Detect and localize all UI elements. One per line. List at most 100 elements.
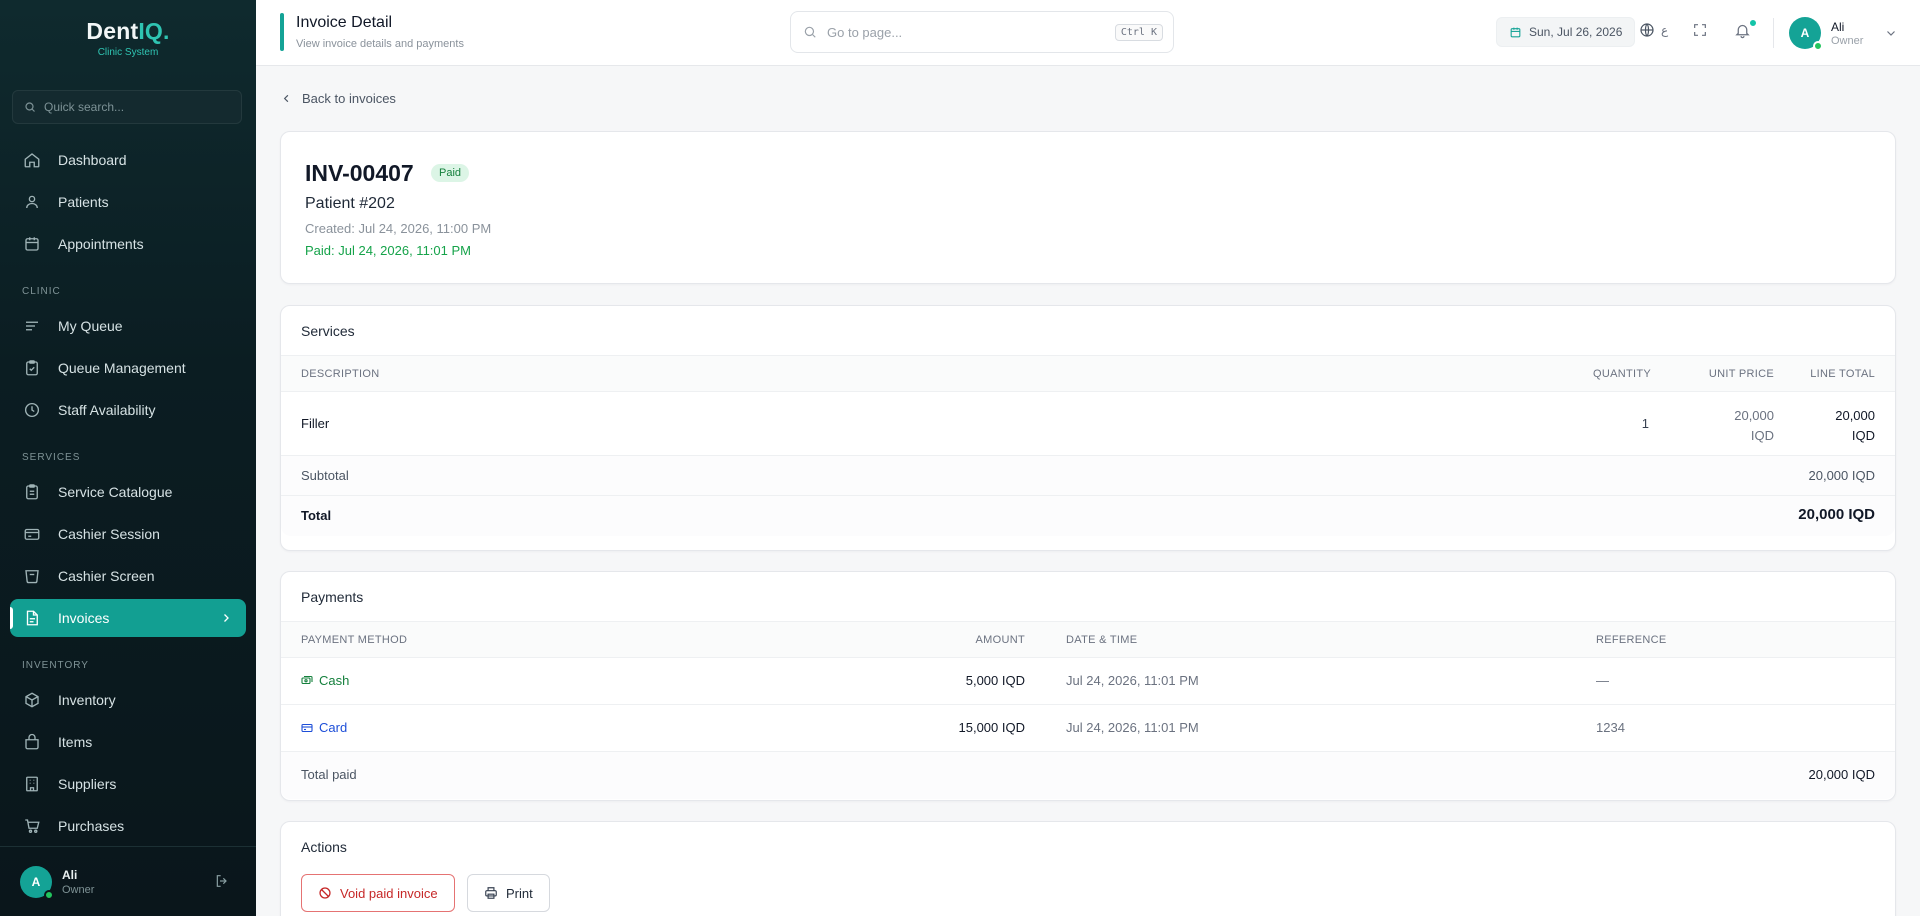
calendar-icon bbox=[1510, 27, 1521, 37]
package-icon bbox=[25, 733, 39, 750]
user-role: Owner bbox=[1831, 34, 1864, 47]
sidebar-item-label: Cashier Screen bbox=[58, 568, 155, 584]
goto-page-search[interactable]: Go to page... Ctrl K bbox=[790, 11, 1174, 53]
sidebar-item-label: Inventory bbox=[58, 692, 116, 708]
ban-icon bbox=[319, 887, 331, 899]
sidebar-item-label: My Queue bbox=[58, 318, 123, 334]
void-invoice-button[interactable]: Void paid invoice bbox=[301, 874, 455, 912]
sidebar-item-label: Service Catalogue bbox=[58, 484, 173, 500]
patient-name: Patient #202 bbox=[305, 195, 395, 212]
column-header-description: DESCRIPTION bbox=[301, 368, 380, 380]
sidebar-item-purchases[interactable]: Purchases bbox=[10, 807, 246, 845]
clipboard-list-icon bbox=[26, 484, 38, 500]
logo[interactable]: DentIQ. Clinic System bbox=[0, 18, 256, 58]
sidebar-item-suppliers[interactable]: Suppliers bbox=[10, 765, 246, 803]
credit-card-icon bbox=[301, 723, 313, 732]
user-menu[interactable]: A Ali Owner bbox=[1789, 17, 1897, 51]
created-date: Created: Jul 24, 2026, 11:00 PM bbox=[305, 221, 492, 236]
title-accent-bar bbox=[280, 13, 284, 51]
payments-title: Payments bbox=[281, 572, 1895, 622]
avatar: A bbox=[1789, 17, 1823, 51]
payment-datetime: Jul 24, 2026, 11:01 PM bbox=[1066, 673, 1199, 688]
sidebar-item-label: Purchases bbox=[58, 818, 125, 834]
column-header-reference: REFERENCE bbox=[1596, 634, 1667, 646]
section-inventory: INVENTORY bbox=[22, 660, 89, 671]
sidebar-item-invoices[interactable]: Invoices bbox=[10, 599, 246, 637]
notification-dot bbox=[1749, 19, 1757, 27]
column-header-payment-method: PAYMENT METHOD bbox=[301, 634, 408, 646]
invoice-id: INV-00407 bbox=[305, 160, 414, 186]
avatar[interactable]: A bbox=[20, 865, 54, 900]
invoice-header-card: INV-00407 Paid Patient #202 Created: Jul… bbox=[280, 131, 1896, 284]
sidebar-item-label: Cashier Session bbox=[58, 526, 160, 542]
clipboard-icon bbox=[26, 360, 38, 376]
date-chip[interactable]: Sun, Jul 26, 2026 bbox=[1496, 17, 1636, 47]
total-paid-row: Total paid 20,000 IQD bbox=[281, 752, 1895, 799]
sidebar-item-label: Invoices bbox=[58, 610, 110, 626]
quick-search-input[interactable]: Quick search... bbox=[12, 90, 242, 124]
table-row: Filler 1 20,000 IQD 20,000 IQD bbox=[281, 392, 1895, 456]
total-row: Total 20,000 IQD bbox=[281, 496, 1895, 536]
services-card: Services DESCRIPTION QUANTITY UNIT PRICE… bbox=[280, 305, 1896, 551]
status-badge: Paid bbox=[431, 164, 470, 182]
payments-card: Payments PAYMENT METHOD AMOUNT DATE & TI… bbox=[280, 571, 1896, 801]
service-line-total: 20,000 IQD bbox=[1835, 406, 1875, 446]
user-name: Ali bbox=[1831, 19, 1845, 34]
service-description: Filler bbox=[301, 416, 330, 431]
cart-icon bbox=[25, 819, 40, 833]
sidebar-item-items[interactable]: Items bbox=[10, 723, 246, 761]
cash-icon bbox=[301, 675, 313, 684]
sidebar-item-service-catalogue[interactable]: Service Catalogue bbox=[10, 473, 246, 511]
users-icon bbox=[26, 195, 38, 209]
chevron-left-icon bbox=[283, 94, 289, 103]
fullscreen-icon[interactable] bbox=[1692, 22, 1708, 38]
sidebar-item-label: Patients bbox=[58, 194, 109, 210]
actions-title: Actions bbox=[301, 839, 347, 855]
unit-price-currency: IQD bbox=[1750, 428, 1774, 443]
column-header-date-time: DATE & TIME bbox=[1066, 634, 1138, 646]
sidebar-item-label: Suppliers bbox=[58, 776, 117, 792]
sidebar-item-cashier-session[interactable]: Cashier Session bbox=[10, 515, 246, 553]
services-table-header: DESCRIPTION QUANTITY UNIT PRICE LINE TOT… bbox=[281, 356, 1895, 392]
payment-amount: 15,000 IQD bbox=[958, 720, 1026, 735]
sidebar-item-dashboard[interactable]: Dashboard bbox=[10, 141, 246, 179]
total-label: Total bbox=[301, 508, 332, 523]
sidebar-item-inventory[interactable]: Inventory bbox=[10, 681, 246, 719]
sidebar: DentIQ. Clinic System Quick search... Da… bbox=[0, 0, 256, 916]
logo-subtitle: Clinic System bbox=[97, 47, 159, 58]
void-button-label: Void paid invoice bbox=[340, 885, 438, 901]
language-switcher[interactable]: ع bbox=[1639, 22, 1668, 38]
sidebar-item-label: Staff Availability bbox=[58, 402, 156, 418]
paid-date: Paid: Jul 24, 2026, 11:01 PM bbox=[305, 243, 471, 258]
sidebar-user-info: Ali Owner bbox=[62, 868, 94, 896]
print-button[interactable]: Print bbox=[467, 874, 550, 912]
shortcut-hint: Ctrl K bbox=[1114, 24, 1163, 41]
chevron-down-icon bbox=[1887, 31, 1896, 36]
logo-text: DentIQ. bbox=[0, 18, 256, 45]
subtotal-label: Subtotal bbox=[301, 468, 349, 483]
sidebar-item-my-queue[interactable]: My Queue bbox=[10, 307, 246, 345]
sidebar-item-queue-management[interactable]: Queue Management bbox=[10, 349, 246, 387]
payment-method-label: Card bbox=[319, 720, 348, 735]
sidebar-item-staff-availability[interactable]: Staff Availability bbox=[10, 391, 246, 429]
printer-icon bbox=[485, 887, 497, 899]
sidebar-item-label: Appointments bbox=[58, 236, 144, 252]
back-label: Back to invoices bbox=[302, 91, 396, 106]
section-clinic: CLINIC bbox=[22, 286, 61, 297]
clock-icon bbox=[24, 402, 40, 418]
actions-card: Actions Void paid invoice Print bbox=[280, 821, 1896, 916]
back-to-invoices-link[interactable]: Back to invoices bbox=[281, 91, 396, 106]
payment-reference: — bbox=[1596, 673, 1609, 688]
avatar-initial: A bbox=[31, 874, 41, 889]
building-icon bbox=[26, 776, 38, 792]
payment-datetime: Jul 24, 2026, 11:01 PM bbox=[1066, 720, 1199, 735]
payment-method-label: Cash bbox=[319, 673, 350, 688]
logout-icon[interactable] bbox=[214, 873, 230, 889]
total-paid-value: 20,000 IQD bbox=[1808, 767, 1876, 782]
page-subtitle: View invoice details and payments bbox=[296, 38, 464, 50]
sidebar-item-cashier-screen[interactable]: Cashier Screen bbox=[10, 557, 246, 595]
home-icon bbox=[24, 153, 40, 168]
sidebar-item-patients[interactable]: Patients bbox=[10, 183, 246, 221]
search-icon bbox=[25, 102, 35, 112]
sidebar-item-appointments[interactable]: Appointments bbox=[10, 225, 246, 263]
